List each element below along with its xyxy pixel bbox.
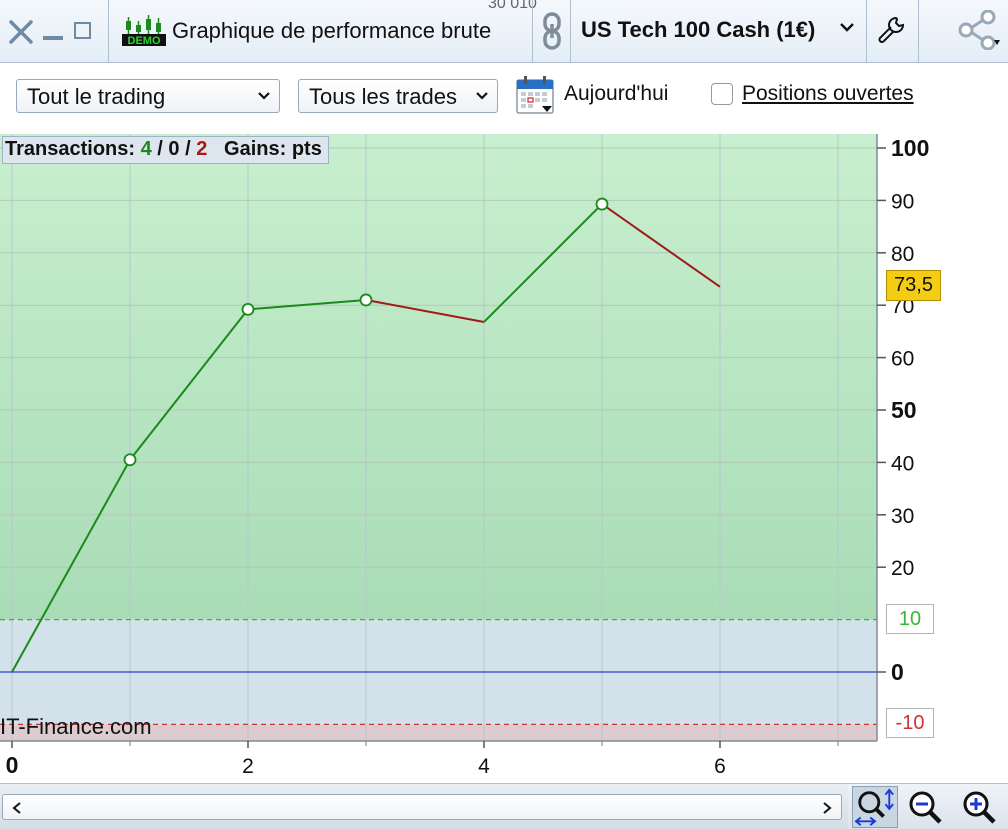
last-value-badge: 73,5 bbox=[886, 270, 941, 301]
zoom-in-icon[interactable] bbox=[960, 788, 1000, 828]
x-tick-label: 6 bbox=[714, 755, 726, 778]
threshold-low-label: -10 bbox=[886, 708, 934, 738]
x-tick-label: 0 bbox=[6, 752, 19, 778]
transactions-neutral: 0 bbox=[168, 138, 180, 160]
gains-label: Gains: bbox=[224, 138, 287, 160]
scroll-right-icon[interactable] bbox=[821, 801, 833, 815]
transactions-lost: 2 bbox=[196, 138, 208, 160]
scroll-left-icon[interactable] bbox=[11, 801, 23, 815]
transactions-sep: / bbox=[185, 138, 191, 160]
y-tick-label: 60 bbox=[891, 348, 914, 371]
profit-zone bbox=[0, 134, 877, 620]
y-tick-label: 30 bbox=[891, 505, 914, 528]
data-point-marker[interactable] bbox=[123, 453, 137, 467]
auto-zoom-icon[interactable] bbox=[852, 786, 898, 828]
y-tick-label: 0 bbox=[891, 659, 904, 685]
horizontal-scrollbar[interactable] bbox=[0, 783, 848, 829]
gains-unit: pts bbox=[291, 138, 322, 160]
y-tick-label: 40 bbox=[891, 452, 914, 475]
transactions-won: 4 bbox=[140, 138, 152, 160]
y-tick-label: 90 bbox=[891, 190, 914, 213]
y-tick-label: 80 bbox=[891, 243, 914, 266]
transactions-sep: / bbox=[157, 138, 163, 160]
threshold-high-label: 10 bbox=[886, 604, 934, 634]
zoom-out-icon[interactable] bbox=[906, 788, 946, 828]
x-tick-label: 4 bbox=[478, 755, 490, 778]
transactions-label: Transactions: bbox=[5, 138, 136, 160]
data-point-marker[interactable] bbox=[359, 293, 373, 307]
data-point-marker[interactable] bbox=[595, 197, 609, 211]
x-tick-label: 2 bbox=[242, 755, 254, 778]
transactions-summary: Transactions: 4 / 0 / 2 Gains: pts bbox=[2, 136, 329, 164]
y-tick-label: 20 bbox=[891, 557, 914, 580]
zoom-toolbar bbox=[848, 783, 1008, 829]
scrollbar-track[interactable] bbox=[2, 794, 842, 820]
data-point-marker[interactable] bbox=[241, 302, 255, 316]
y-tick-label: 50 bbox=[891, 397, 917, 423]
y-tick-label: 100 bbox=[891, 135, 929, 161]
watermark: IT-Finance.com bbox=[0, 714, 152, 739]
performance-chart[interactable]: 100908070605040302000 2 4 6 bbox=[0, 0, 1008, 783]
